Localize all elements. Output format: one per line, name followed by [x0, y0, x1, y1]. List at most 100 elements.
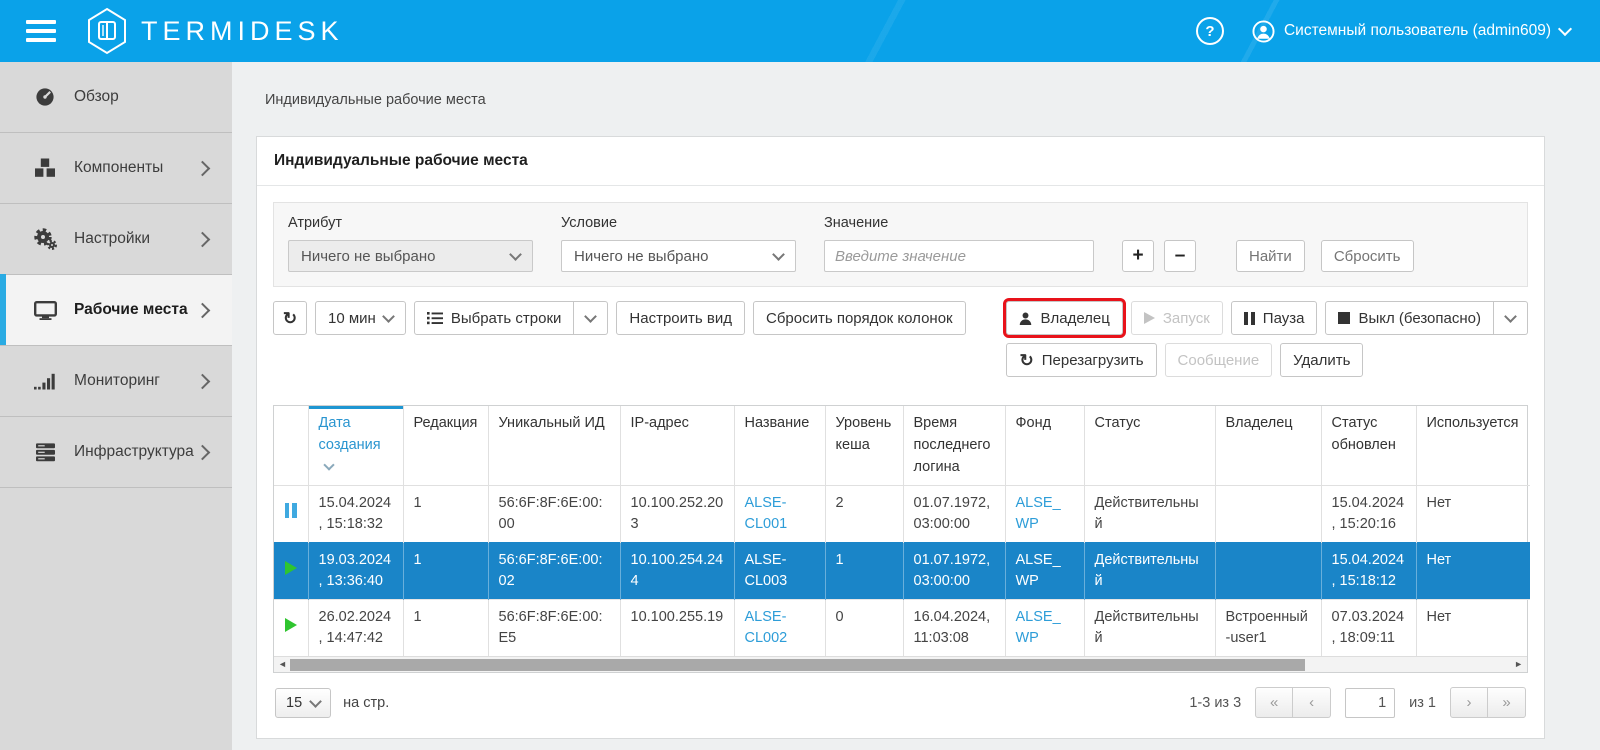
workplace-link[interactable]: ALSE-CL003 [745, 552, 788, 589]
cell-state [274, 486, 308, 543]
sidebar-item-monitoring[interactable]: Мониторинг [0, 346, 232, 417]
cell-owner: Встроенный-user1 [1215, 600, 1321, 657]
message-button[interactable]: Сообщение [1165, 343, 1273, 377]
cell-status: Действительный [1084, 600, 1215, 657]
table-footer: 15 на стр. 1-3 из 3 « ‹ из 1 [273, 687, 1528, 722]
chart-bars-icon [29, 373, 61, 390]
chevron-down-icon [1504, 310, 1517, 323]
cell-state [274, 600, 308, 657]
page-size-value: 15 [286, 695, 302, 711]
filter-bar: Атрибут Ничего не выбрано Условие Ничего… [273, 202, 1528, 287]
table-row[interactable]: 15.04.2024, 15:18:32156:6F:8F:6E:00:0010… [274, 486, 1530, 543]
prev-page-button[interactable]: ‹ [1293, 687, 1331, 718]
cell-uid: 56:6F:8F:6E:00:00 [488, 486, 620, 543]
reboot-button[interactable]: ↻ Перезагрузить [1006, 343, 1156, 377]
owner-label: Владелец [1040, 310, 1109, 327]
add-filter-button[interactable]: + [1122, 240, 1154, 272]
column-header-last_login[interactable]: Время последнего логина [903, 406, 1005, 486]
condition-select[interactable]: Ничего не выбрано [561, 240, 796, 272]
remove-filter-button[interactable]: – [1164, 240, 1196, 272]
configure-view-button[interactable]: Настроить вид [616, 301, 745, 335]
page-number-input[interactable] [1345, 688, 1395, 718]
select-rows-button[interactable]: Выбрать строки [414, 301, 575, 335]
column-header-name[interactable]: Название [734, 406, 825, 486]
cell-created: 26.02.2024, 14:47:42 [308, 600, 403, 657]
interval-select[interactable]: 10 мин [315, 301, 406, 335]
cell-revision: 1 [403, 543, 488, 600]
column-header-pool[interactable]: Фонд [1005, 406, 1084, 486]
pool-link[interactable]: ALSE_WP [1016, 495, 1061, 532]
page-size-select[interactable]: 15 [275, 688, 331, 718]
sidebar-item-workplaces[interactable]: Рабочие места [0, 275, 232, 346]
topbar: TERMIDESK ? Системный пользователь (admi… [0, 0, 1600, 62]
reset-columns-button[interactable]: Сбросить порядок колонок [753, 301, 966, 335]
scroll-left-icon[interactable]: ◄ [278, 657, 287, 672]
column-header-status_updated[interactable]: Статус обновлен [1321, 406, 1416, 486]
cell-status_updated: 07.03.2024, 18:09:11 [1321, 600, 1416, 657]
column-header-owner[interactable]: Владелец [1215, 406, 1321, 486]
refresh-button[interactable]: ↻ [273, 301, 307, 335]
column-header-uid[interactable]: Уникальный ИД [488, 406, 620, 486]
select-rows-caret-button[interactable] [574, 301, 608, 335]
column-header-status[interactable]: Статус [1084, 406, 1215, 486]
cell-status: Действительный [1084, 486, 1215, 543]
column-header-ip[interactable]: IP-адрес [620, 406, 734, 486]
horizontal-scrollbar[interactable]: ◄ ► [274, 656, 1527, 672]
table-row[interactable]: 26.02.2024, 14:47:42156:6F:8F:6E:00:E510… [274, 600, 1530, 657]
attribute-select[interactable]: Ничего не выбрано [288, 240, 533, 272]
delete-button[interactable]: Удалить [1280, 343, 1363, 377]
pool-link[interactable]: ALSE_WP [1016, 609, 1061, 646]
first-page-button[interactable]: « [1255, 687, 1293, 718]
help-icon[interactable]: ? [1196, 17, 1224, 45]
reset-button[interactable]: Сбросить [1321, 240, 1414, 272]
power-off-caret-button[interactable] [1494, 301, 1528, 335]
column-header-revision[interactable]: Редакция [403, 406, 488, 486]
owner-icon [1019, 312, 1032, 325]
workplace-link[interactable]: ALSE-CL002 [745, 609, 788, 646]
cell-uid: 56:6F:8F:6E:00:02 [488, 543, 620, 600]
start-button[interactable]: Запуск [1131, 301, 1223, 335]
pause-button[interactable]: Пауза [1231, 301, 1318, 335]
cubes-icon [29, 158, 61, 178]
last-page-button[interactable]: » [1488, 687, 1526, 718]
user-menu[interactable]: Системный пользователь (admin609) [1252, 20, 1570, 43]
value-input[interactable] [824, 240, 1094, 272]
cell-owner [1215, 486, 1321, 543]
next-page-button[interactable]: › [1450, 687, 1488, 718]
pause-icon [1244, 312, 1255, 325]
sidebar-item-label: Компоненты [74, 159, 163, 177]
scrollbar-thumb[interactable] [290, 659, 1305, 671]
value-label: Значение [824, 215, 1094, 231]
app-logo[interactable]: TERMIDESK [86, 7, 344, 55]
cell-in_use: Нет [1416, 543, 1530, 600]
sidebar-item-settings[interactable]: Настройки [0, 204, 232, 275]
gauge-icon [29, 87, 61, 107]
menu-icon[interactable] [26, 20, 56, 42]
cell-name: ALSE-CL002 [734, 600, 825, 657]
column-header-created[interactable]: Дата создания [308, 406, 403, 486]
column-header-cache[interactable]: Уровень кеша [825, 406, 903, 486]
owner-button[interactable]: Владелец [1006, 301, 1122, 335]
avatar-icon [1252, 20, 1275, 43]
chevron-down-icon [1558, 21, 1572, 35]
power-off-button[interactable]: Выкл (безопасно) [1325, 301, 1494, 335]
column-header-in_use[interactable]: Используется [1416, 406, 1530, 486]
cell-pool: ALSE_WP [1005, 486, 1084, 543]
sidebar-item-infrastructure[interactable]: Инфраструктура [0, 417, 232, 488]
start-label: Запуск [1163, 310, 1210, 327]
power-off-label: Выкл (безопасно) [1358, 310, 1481, 327]
cell-status_updated: 15.04.2024, 15:18:12 [1321, 543, 1416, 600]
sidebar-item-components[interactable]: Компоненты [0, 133, 232, 204]
cell-last_login: 01.07.1972, 03:00:00 [903, 543, 1005, 600]
pool-link[interactable]: ALSE_WP [1016, 552, 1061, 589]
cell-pool: ALSE_WP [1005, 600, 1084, 657]
chevron-down-icon [509, 248, 522, 261]
sidebar-item-overview[interactable]: Обзор [0, 62, 232, 133]
workplace-link[interactable]: ALSE-CL001 [745, 495, 788, 532]
search-button[interactable]: Найти [1236, 240, 1305, 272]
workplaces-panel: Индивидуальные рабочие места Атрибут Нич… [256, 136, 1545, 739]
scroll-right-icon[interactable]: ► [1514, 657, 1523, 672]
panel-title: Индивидуальные рабочие места [257, 137, 1544, 186]
sidebar-item-label: Мониторинг [74, 372, 160, 390]
table-row[interactable]: 19.03.2024, 13:36:40156:6F:8F:6E:00:0210… [274, 543, 1530, 600]
